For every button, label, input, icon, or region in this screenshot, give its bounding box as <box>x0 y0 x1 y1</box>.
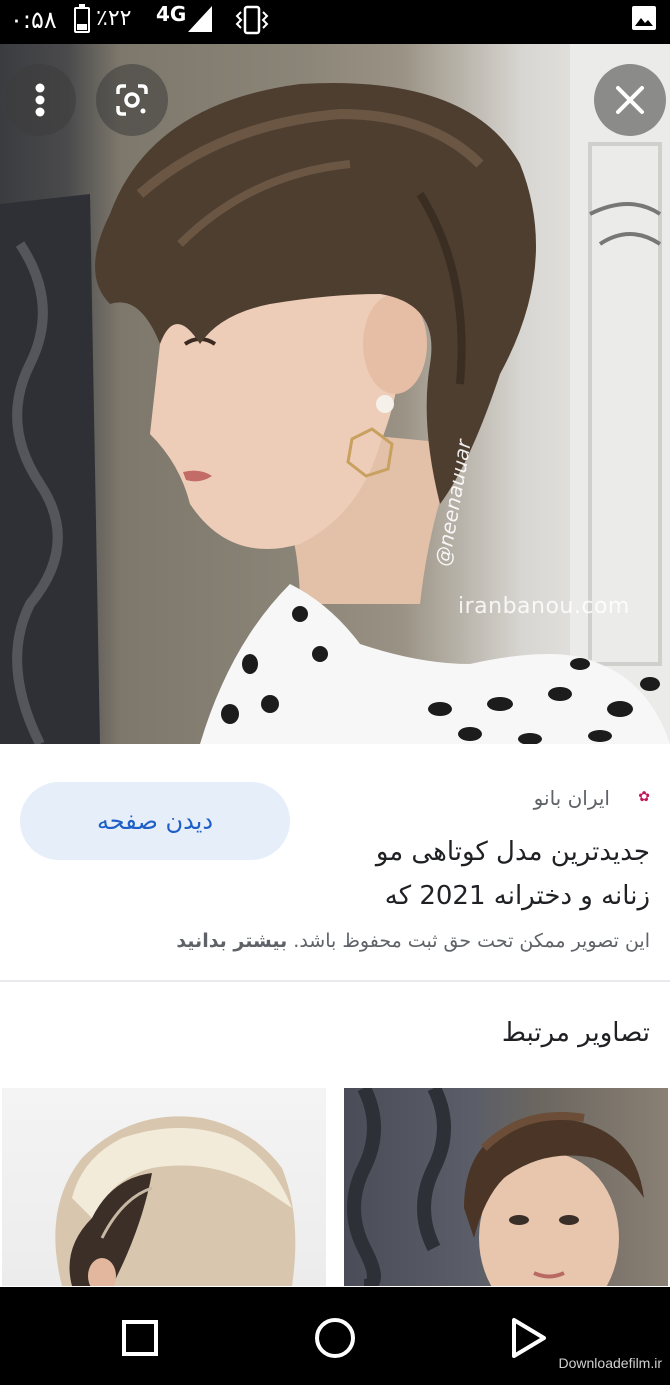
related-images-title: تصاویر مرتبط <box>501 1018 650 1048</box>
more-vert-icon <box>35 83 45 117</box>
hero-image[interactable]: @neenauuar iranbanou.com <box>0 44 670 744</box>
image-watermark: iranbanou.com <box>458 594 630 619</box>
network-type: 4G <box>156 2 187 26</box>
result-title[interactable]: جدیدترین مدل کوتاهی مو زنانه و دخترانه 2… <box>330 830 650 918</box>
signal-icon <box>188 6 212 32</box>
google-lens-icon <box>116 84 148 116</box>
home-circle-icon[interactable] <box>315 1318 355 1358</box>
close-icon <box>616 86 644 114</box>
site-watermark: Downloadefilm.ir <box>558 1355 662 1371</box>
status-time: ۰:۵۸ <box>10 6 57 34</box>
related-image-1[interactable] <box>2 1088 326 1286</box>
battery-percent: ٪۲۲ <box>96 6 132 31</box>
related-photo-2 <box>347 1088 644 1286</box>
google-lens-button[interactable] <box>96 64 168 136</box>
status-bar: ۰:۵۸ ٪۲۲ 4G <box>0 0 670 44</box>
gallery-icon <box>632 6 656 30</box>
hero-photo <box>0 44 670 744</box>
divider <box>0 980 670 982</box>
back-triangle-icon[interactable] <box>512 1318 546 1358</box>
copyright-text: این تصویر ممکن تحت حق ثبت محفوظ باشد. <box>293 930 650 952</box>
source-name: ایران بانو <box>533 786 610 810</box>
result-info-panel: دیدن صفحه ✿ ایران بانو جدیدترین مدل کوتا… <box>0 744 670 980</box>
related-photo-1 <box>55 1116 296 1286</box>
source-logo-icon: ✿ <box>638 789 650 805</box>
battery-icon <box>74 4 90 33</box>
source-row[interactable]: ✿ ایران بانو <box>534 786 650 810</box>
view-page-button[interactable]: دیدن صفحه <box>20 782 290 860</box>
learn-more-link[interactable]: بیشتر بدانید <box>176 930 287 952</box>
copyright-notice: این تصویر ممکن تحت حق ثبت محفوظ باشد. بی… <box>176 930 650 952</box>
more-options-button[interactable] <box>4 64 76 136</box>
recents-square-icon[interactable] <box>122 1320 158 1356</box>
close-button[interactable] <box>594 64 666 136</box>
related-image-2[interactable] <box>344 1088 668 1286</box>
vibrate-icon <box>235 5 269 35</box>
